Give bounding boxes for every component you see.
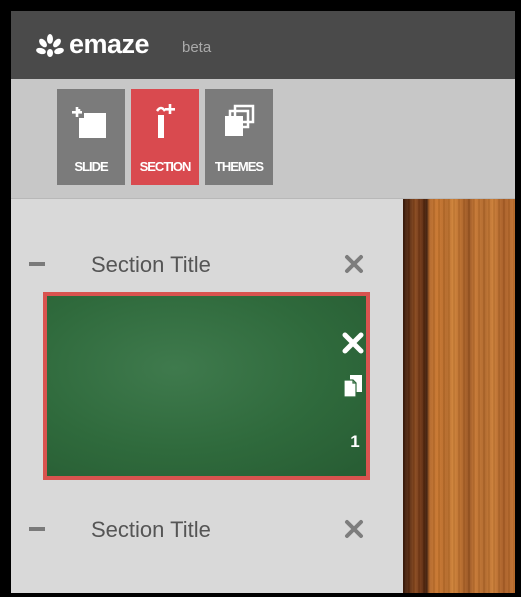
minus-icon[interactable] xyxy=(29,527,45,531)
themes-button[interactable]: THEMES xyxy=(205,89,273,185)
close-icon[interactable] xyxy=(342,252,366,276)
slide-canvas[interactable] xyxy=(403,199,515,593)
emaze-logo-icon xyxy=(36,34,64,57)
add-slide-button[interactable]: SLIDE xyxy=(57,89,125,185)
section-title[interactable]: Section Title xyxy=(91,253,211,277)
section-title[interactable]: Section Title xyxy=(91,518,211,542)
minus-icon[interactable] xyxy=(29,262,45,266)
themes-icon xyxy=(225,104,255,136)
section-header[interactable]: Section Title xyxy=(11,509,403,549)
add-slide-label: SLIDE xyxy=(74,159,108,174)
themes-label: THEMES xyxy=(214,159,264,174)
add-section-button[interactable]: SECTION xyxy=(131,89,199,185)
section-header[interactable]: Section Title xyxy=(11,244,403,284)
slides-sidebar: Section Title 1 Section Title xyxy=(11,199,403,593)
add-section-label: SECTION xyxy=(139,159,192,174)
duplicate-icon[interactable] xyxy=(342,373,364,399)
app-window: emaze beta SLIDE SECTION THEMES Section … xyxy=(11,11,515,593)
toolbar: SLIDE SECTION THEMES xyxy=(11,79,515,199)
close-icon[interactable] xyxy=(341,331,365,355)
close-icon[interactable] xyxy=(342,517,366,541)
slide-number: 1 xyxy=(350,432,360,451)
top-bar: emaze beta xyxy=(11,11,515,79)
add-section-icon xyxy=(155,104,175,138)
add-slide-icon xyxy=(72,107,106,138)
beta-badge: beta xyxy=(182,39,212,56)
brand-name: emaze xyxy=(69,29,150,59)
slide-thumbnail[interactable]: 1 xyxy=(43,292,370,480)
